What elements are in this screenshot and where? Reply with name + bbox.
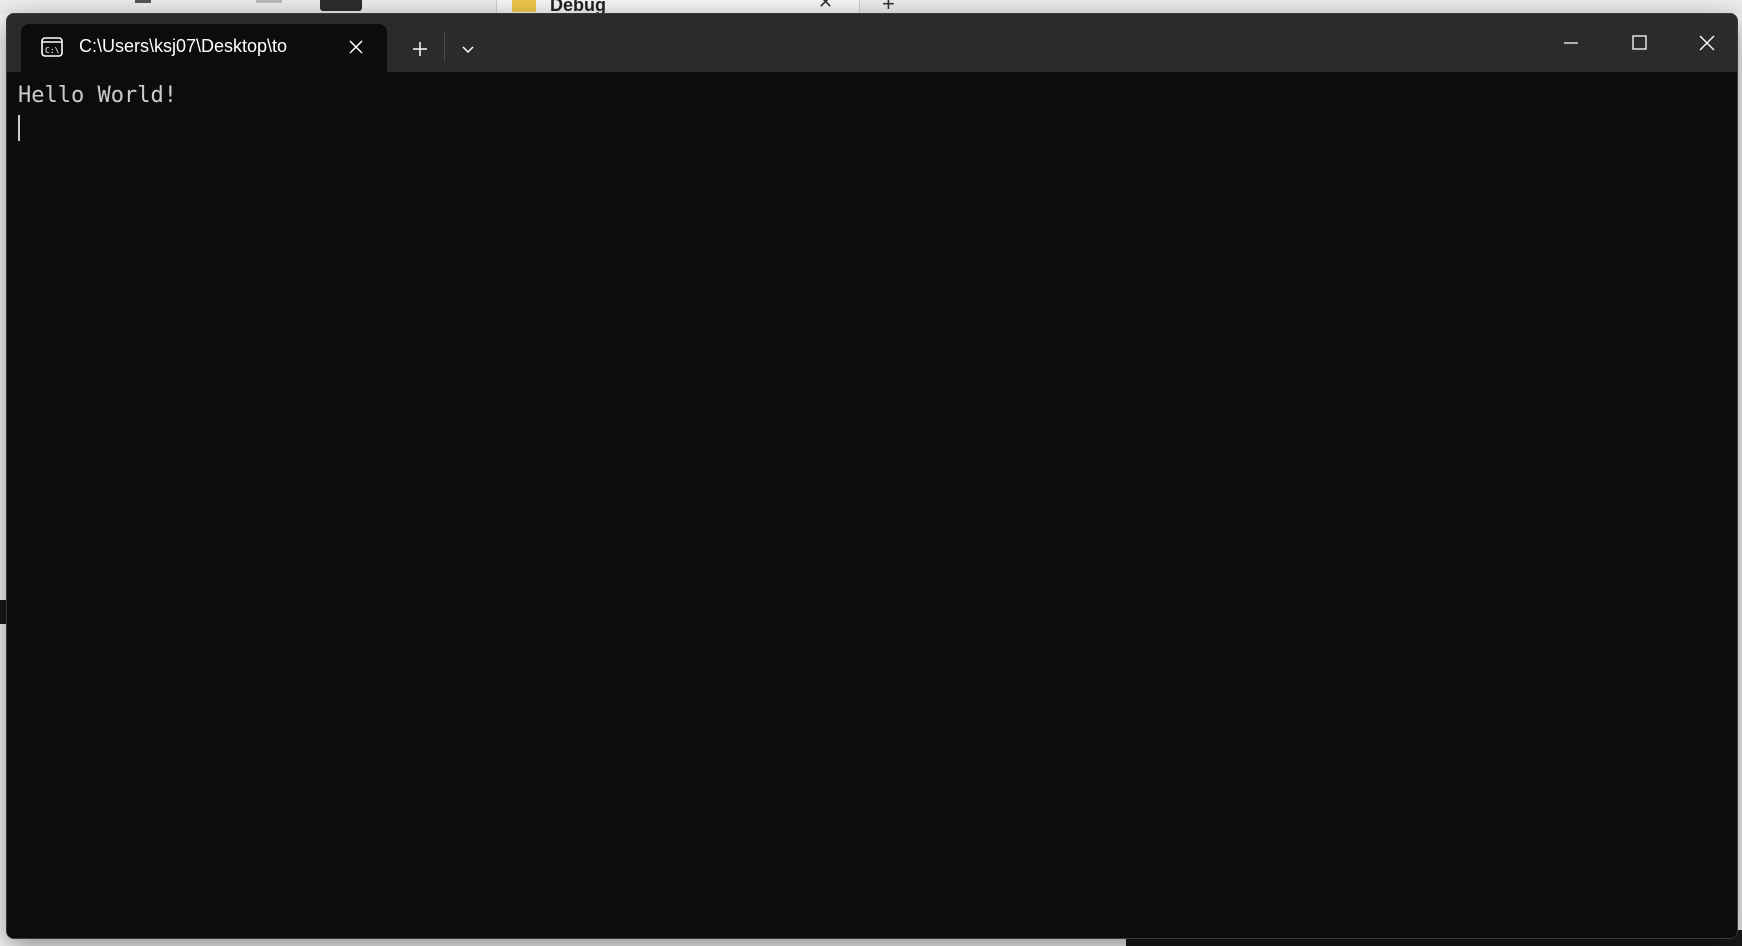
terminal-window: C:\ C:\Users\ksj07\Desktop\to Hello Worl… bbox=[6, 13, 1738, 939]
new-tab-button[interactable] bbox=[405, 34, 435, 64]
background-toolbar-icon bbox=[135, 0, 151, 3]
close-tab-icon[interactable] bbox=[345, 36, 367, 58]
command-prompt-icon: C:\ bbox=[41, 37, 63, 57]
minimize-button[interactable] bbox=[1537, 14, 1605, 72]
titlebar-divider bbox=[444, 32, 445, 62]
maximize-button[interactable] bbox=[1605, 14, 1673, 72]
terminal-output[interactable]: Hello World! bbox=[7, 72, 1737, 938]
maximize-icon bbox=[1632, 35, 1647, 50]
background-toolbar-button[interactable] bbox=[320, 0, 362, 11]
minimize-icon bbox=[1564, 42, 1578, 44]
background-toolbar-icon bbox=[256, 0, 282, 3]
background-tab-close-icon[interactable]: ✕ bbox=[818, 0, 833, 13]
profile-dropdown-button[interactable] bbox=[453, 34, 483, 64]
chevron-down-icon bbox=[462, 46, 474, 54]
terminal-tab[interactable]: C:\ C:\Users\ksj07\Desktop\to bbox=[21, 24, 387, 72]
plus-icon bbox=[413, 42, 427, 56]
title-bar[interactable]: C:\ C:\Users\ksj07\Desktop\to bbox=[7, 14, 1737, 72]
close-window-button[interactable] bbox=[1673, 14, 1737, 72]
tab-title: C:\Users\ksj07\Desktop\to bbox=[79, 36, 288, 56]
close-icon bbox=[1699, 35, 1715, 51]
folder-icon bbox=[512, 0, 536, 12]
svg-text:C:\: C:\ bbox=[45, 46, 60, 55]
terminal-line: Hello World! bbox=[18, 83, 177, 108]
text-cursor bbox=[18, 115, 20, 141]
